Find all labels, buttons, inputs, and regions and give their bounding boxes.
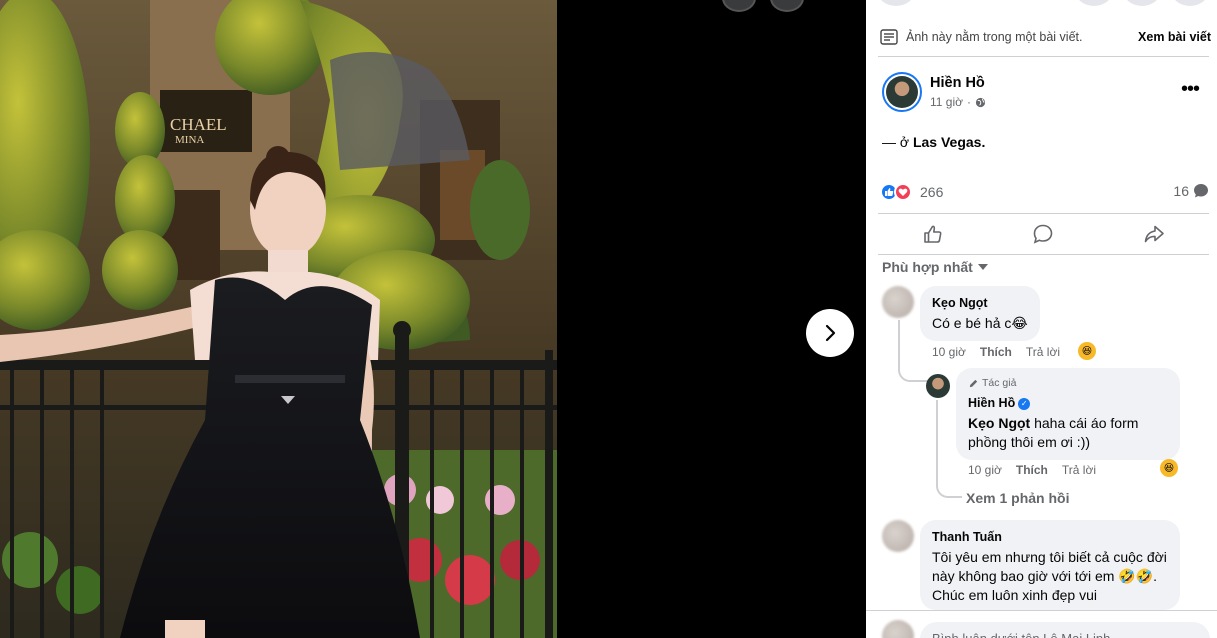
comment-composer-input[interactable]: Bình luận dưới tên Lê Mai Linh [920, 622, 1210, 638]
share-icon [1144, 225, 1164, 243]
caret-down-icon [977, 264, 988, 270]
thread-connector [898, 320, 930, 382]
checkin-place[interactable]: Las Vegas. [913, 134, 985, 150]
comment-text: Có e bé hả c😂 [932, 315, 1028, 331]
reply-mention[interactable]: Kẹo Ngọt [968, 415, 1030, 431]
post-photo: CHAEL MINA [0, 0, 557, 638]
comment-text: Tôi yêu em nhưng tôi biết cả cuộc đời nà… [932, 549, 1167, 603]
notice-text: Ảnh này nằm trong một bài viết. [906, 30, 1083, 44]
post-time[interactable]: 11 giờ [930, 95, 963, 109]
comment-count-value: 16 [1173, 183, 1189, 199]
document-icon [880, 29, 898, 45]
more-options-icon[interactable]: ••• [1181, 79, 1200, 99]
divider [878, 56, 1209, 57]
comment-sort-dropdown[interactable]: Phù hợp nhất [882, 259, 988, 275]
fullscreen-button[interactable] [770, 0, 804, 12]
reaction-summary[interactable]: 266 [880, 183, 943, 201]
checkin-prefix: — ở [882, 134, 910, 150]
photo-viewer: CHAEL MINA [0, 0, 866, 638]
reply-time[interactable]: 10 giờ [968, 463, 1002, 477]
comment-like-button[interactable]: Thích [980, 345, 1012, 359]
sign-text-2: MINA [175, 134, 204, 146]
notifications-button[interactable] [1124, 0, 1160, 6]
checkin-text: — ở Las Vegas. [882, 134, 985, 150]
comment-icon [1034, 224, 1053, 244]
reply-reply-button[interactable]: Trả lời [1062, 463, 1096, 477]
laughing-emoji-icon[interactable]: 😆 [1160, 459, 1178, 477]
comment-bubble: Thanh Tuấn Tôi yêu em nhưng tôi biết cả … [920, 520, 1180, 610]
author-badge: Tác giả [968, 374, 1168, 393]
reply-author-avatar[interactable] [926, 374, 950, 398]
reply-bubble: Tác giả Hiền Hồ ✓ Kẹo Ngọt haha cái áo fo… [956, 368, 1180, 460]
commenter-name[interactable]: Kẹo Ngọt [932, 294, 1028, 313]
author-name[interactable]: Hiền Hồ [930, 75, 986, 91]
comment-reply-button[interactable]: Trả lời [1026, 345, 1060, 359]
profile-button[interactable] [1172, 0, 1208, 6]
messenger-button[interactable] [1076, 0, 1112, 6]
chevron-right-icon [825, 324, 836, 342]
zoom-button[interactable] [722, 0, 756, 12]
photo-illustration: CHAEL MINA [0, 0, 557, 638]
commenter-name[interactable]: Thanh Tuấn [932, 528, 1168, 547]
author-avatar[interactable] [882, 72, 922, 112]
reply-author-name-row: Hiền Hồ ✓ [968, 394, 1168, 413]
current-user-avatar[interactable] [882, 620, 914, 638]
see-post-link[interactable]: Xem bài viết [1138, 30, 1211, 44]
reply-actions: 10 giờ Thích Trả lời [968, 463, 1096, 477]
pencil-icon [969, 379, 978, 388]
post-actions [878, 213, 1209, 255]
next-photo-button[interactable] [806, 309, 854, 357]
sort-label: Phù hợp nhất [882, 259, 973, 275]
commenter-avatar[interactable] [882, 286, 914, 318]
post-sidebar: Ảnh này nằm trong một bài viết. Xem bài … [866, 0, 1217, 638]
comment-count[interactable]: 16 [1173, 183, 1209, 199]
comment-actions: 10 giờ Thích Trả lời [932, 345, 1060, 359]
commenter-avatar[interactable] [882, 520, 914, 552]
thumbs-up-icon [924, 225, 942, 243]
comment-time[interactable]: 10 giờ [932, 345, 966, 359]
author-badge-label: Tác giả [982, 377, 1017, 389]
like-button[interactable] [913, 219, 953, 249]
love-reaction-icon [894, 183, 912, 201]
thread-connector [936, 400, 962, 498]
globe-icon [975, 97, 986, 107]
laughing-emoji-icon[interactable]: 😆 [1078, 342, 1096, 360]
see-replies-link[interactable]: Xem 1 phản hồi [966, 490, 1069, 506]
comment-bubble: Kẹo Ngọt Có e bé hả c😂 [920, 286, 1040, 341]
menu-button[interactable] [878, 0, 914, 6]
reaction-count: 266 [920, 184, 944, 200]
composer-divider [866, 610, 1217, 611]
verified-badge-icon: ✓ [1018, 397, 1031, 410]
post-notice: Ảnh này nằm trong một bài viết. Xem bài … [880, 26, 1211, 48]
reply-like-button[interactable]: Thích [1016, 463, 1048, 477]
reply-author-name[interactable]: Hiền Hồ [968, 396, 1015, 410]
comment-bubble-icon [1194, 184, 1208, 198]
post-author: Hiền Hồ 11 giờ · [882, 72, 986, 112]
comment-button[interactable] [1023, 219, 1063, 249]
sign-text: CHAEL [170, 115, 227, 134]
share-button[interactable] [1134, 219, 1174, 249]
